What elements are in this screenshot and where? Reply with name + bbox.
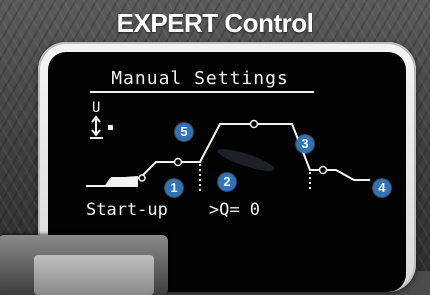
curve-node [138,174,146,182]
curve-node [249,119,259,129]
marker-badge-5: 5 [175,123,193,141]
marker-badge-4: 4 [373,179,391,197]
curve-node [318,165,328,175]
marker-badge-1: 1 [165,179,183,197]
up-down-arrow-icon [90,115,103,139]
setting-indicator [108,125,113,130]
display-status: Start-up >Q= 0 [86,200,386,220]
control-knob[interactable] [0,235,168,295]
axis-label: U [92,100,100,116]
marker-badge-3: 3 [296,135,314,153]
page-title: EXPERT Control [116,8,314,38]
screen-glare [217,149,275,171]
knob-cap [34,255,154,295]
status-q-value: >Q= 0 [208,200,261,220]
marker-badge-2: 2 [218,173,236,191]
curve-node [173,157,183,167]
status-phase: Start-up [86,200,168,220]
